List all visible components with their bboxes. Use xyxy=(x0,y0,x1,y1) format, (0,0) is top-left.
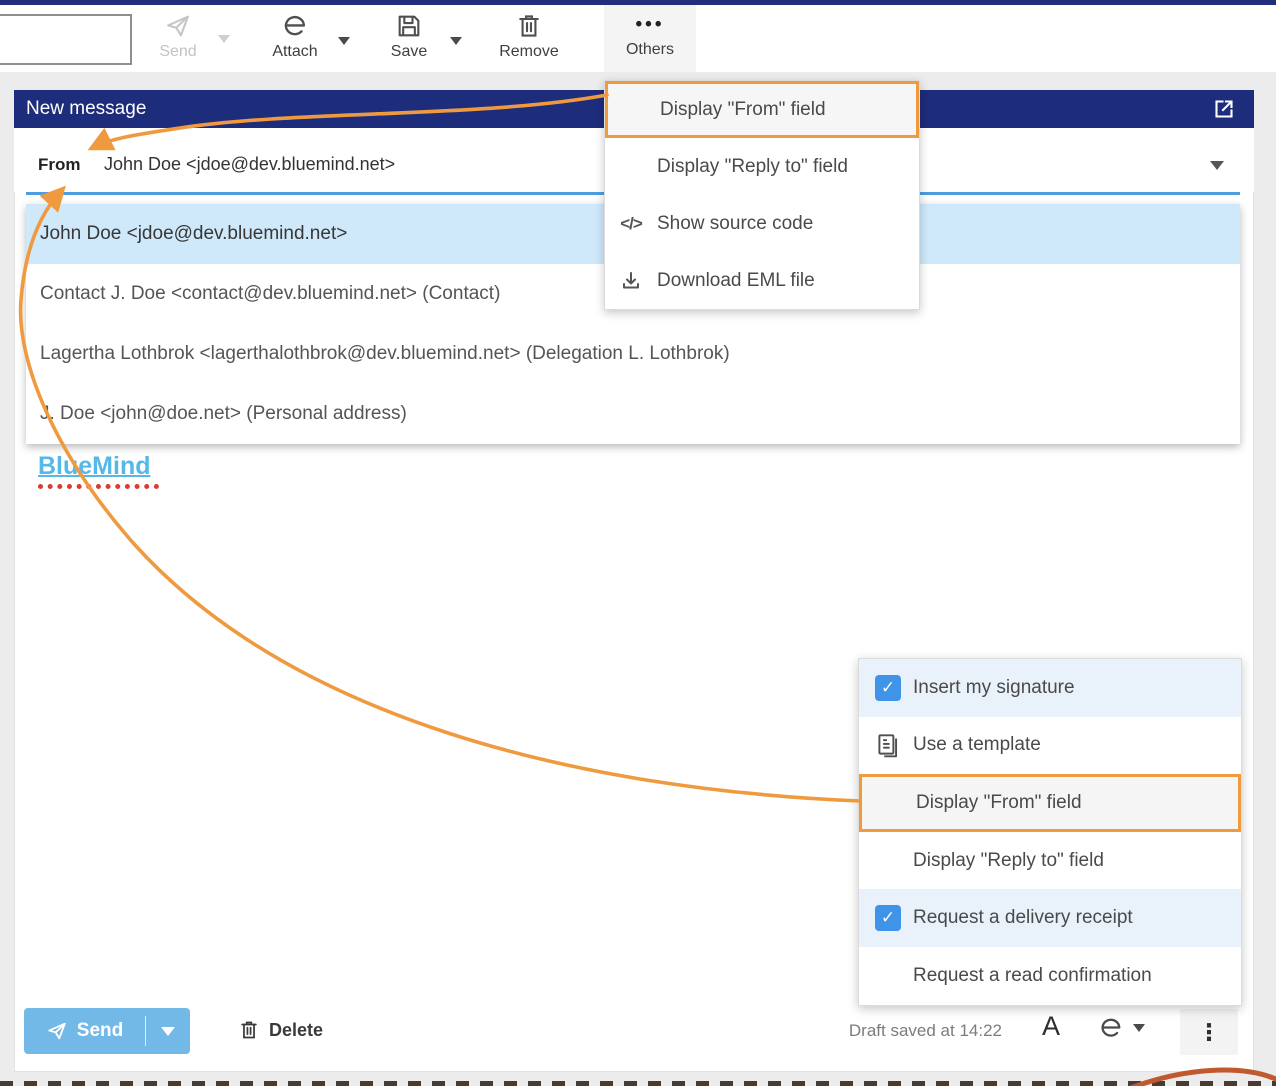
menu-item-display-reply-to-field[interactable]: Display "Reply to" field xyxy=(605,138,919,195)
send-button[interactable]: Send xyxy=(24,1008,190,1054)
save-floppy-icon xyxy=(395,12,423,40)
menu-item-label: Display "From" field xyxy=(660,99,916,121)
option-request-read-confirmation[interactable]: Request a read confirmation xyxy=(859,947,1241,1005)
bottom-dashed-border xyxy=(0,1081,1276,1086)
from-dropdown-caret-icon[interactable] xyxy=(1210,161,1224,170)
code-icon: </> xyxy=(605,214,657,234)
top-accent-line xyxy=(0,0,1276,5)
from-field-value: John Doe <jdoe@dev.bluemind.net> xyxy=(104,154,395,175)
spellcheck-underline xyxy=(38,484,159,489)
menu-item-show-source-code[interactable]: </> Show source code xyxy=(605,195,919,252)
open-in-new-window-icon[interactable] xyxy=(1212,97,1236,121)
from-option-text: J. Doe <john@doe.net> (Personal address) xyxy=(40,403,407,425)
paperclip-icon xyxy=(1096,1015,1126,1041)
send-toolbar-label: Send xyxy=(159,43,196,61)
menu-item-display-from-field[interactable]: Display "From" field xyxy=(605,81,919,138)
option-insert-my-signature[interactable]: Insert my signature xyxy=(859,659,1241,717)
option-use-a-template[interactable]: Use a template xyxy=(859,717,1241,775)
formatting-button[interactable]: A xyxy=(1036,1011,1066,1042)
caret-down-icon xyxy=(161,1027,175,1036)
ellipsis-icon: ••• xyxy=(636,12,665,38)
others-dropdown-menu: Display "From" field Display "Reply to" … xyxy=(604,80,920,310)
from-option-text: Lagertha Lothbrok <lagerthalothbrok@dev.… xyxy=(40,343,730,365)
kebab-icon: ⋮ xyxy=(1198,1019,1221,1046)
option-label: Request a read confirmation xyxy=(913,965,1152,987)
attach-dropdown-caret-icon[interactable] xyxy=(338,37,350,45)
option-label: Insert my signature xyxy=(913,677,1075,699)
download-icon xyxy=(605,269,657,293)
menu-item-label: Show source code xyxy=(657,213,919,235)
draft-saved-status: Draft saved at 14:22 xyxy=(806,1021,1002,1041)
others-toolbar-label: Others xyxy=(626,41,674,59)
trash-icon xyxy=(515,12,543,40)
from-option-text: Contact J. Doe <contact@dev.bluemind.net… xyxy=(40,283,500,305)
from-option-text: John Doe <jdoe@dev.bluemind.net> xyxy=(40,223,347,245)
paperclip-icon xyxy=(280,12,310,40)
checkbox-checked-icon[interactable] xyxy=(875,905,901,931)
send-dropdown-caret-icon[interactable] xyxy=(218,35,230,43)
send-options-caret[interactable] xyxy=(146,1027,190,1036)
option-label: Use a template xyxy=(913,734,1041,756)
compose-title: New message xyxy=(26,98,146,120)
attach-toolbar-button[interactable]: Attach xyxy=(249,5,341,72)
menu-item-download-eml-file[interactable]: Download EML file xyxy=(605,252,919,309)
send-plane-icon xyxy=(46,1020,68,1042)
option-label: Request a delivery receipt xyxy=(913,907,1133,929)
delete-button-label: Delete xyxy=(269,1020,323,1041)
option-display-from-field[interactable]: Display "From" field xyxy=(859,774,1241,832)
option-request-delivery-receipt[interactable]: Request a delivery receipt xyxy=(859,889,1241,947)
template-icon xyxy=(875,731,901,759)
from-field-label: From xyxy=(38,155,81,175)
attach-toolbar-label: Attach xyxy=(272,43,317,61)
footer-attach-button[interactable] xyxy=(1096,1015,1145,1041)
option-display-reply-to-field[interactable]: Display "Reply to" field xyxy=(859,832,1241,890)
signature-text: BlueMind xyxy=(38,452,151,481)
delete-button[interactable]: Delete xyxy=(238,1019,323,1041)
save-dropdown-caret-icon[interactable] xyxy=(450,37,462,45)
checkbox-checked-icon[interactable] xyxy=(875,675,901,701)
send-plane-icon xyxy=(164,12,192,40)
caret-down-icon xyxy=(1133,1024,1145,1032)
menu-item-label: Display "Reply to" field xyxy=(657,156,919,178)
trash-icon xyxy=(238,1019,260,1041)
menu-item-label: Download EML file xyxy=(657,270,919,292)
option-label: Display "Reply to" field xyxy=(913,850,1104,872)
remove-toolbar-label: Remove xyxy=(499,43,559,61)
save-toolbar-label: Save xyxy=(391,43,427,61)
bluemind-compose-screen: Send Attach Save Remove ••• Others xyxy=(0,0,1276,1086)
others-toolbar-button[interactable]: ••• Others xyxy=(604,5,696,72)
send-toolbar-button[interactable]: Send xyxy=(132,5,224,72)
more-options-button[interactable]: ⋮ xyxy=(1180,1009,1238,1055)
toolbar-input[interactable] xyxy=(0,14,132,65)
message-options-menu: Insert my signature Use a template Displ… xyxy=(858,658,1242,1006)
save-toolbar-button[interactable]: Save xyxy=(363,5,455,72)
remove-toolbar-button[interactable]: Remove xyxy=(483,5,575,72)
from-option[interactable]: Lagertha Lothbrok <lagerthalothbrok@dev.… xyxy=(26,324,1240,384)
from-option[interactable]: J. Doe <john@doe.net> (Personal address) xyxy=(26,384,1240,444)
option-label: Display "From" field xyxy=(916,792,1082,814)
main-toolbar: Send Attach Save Remove ••• Others xyxy=(0,5,1276,72)
send-button-label: Send xyxy=(77,1020,123,1042)
